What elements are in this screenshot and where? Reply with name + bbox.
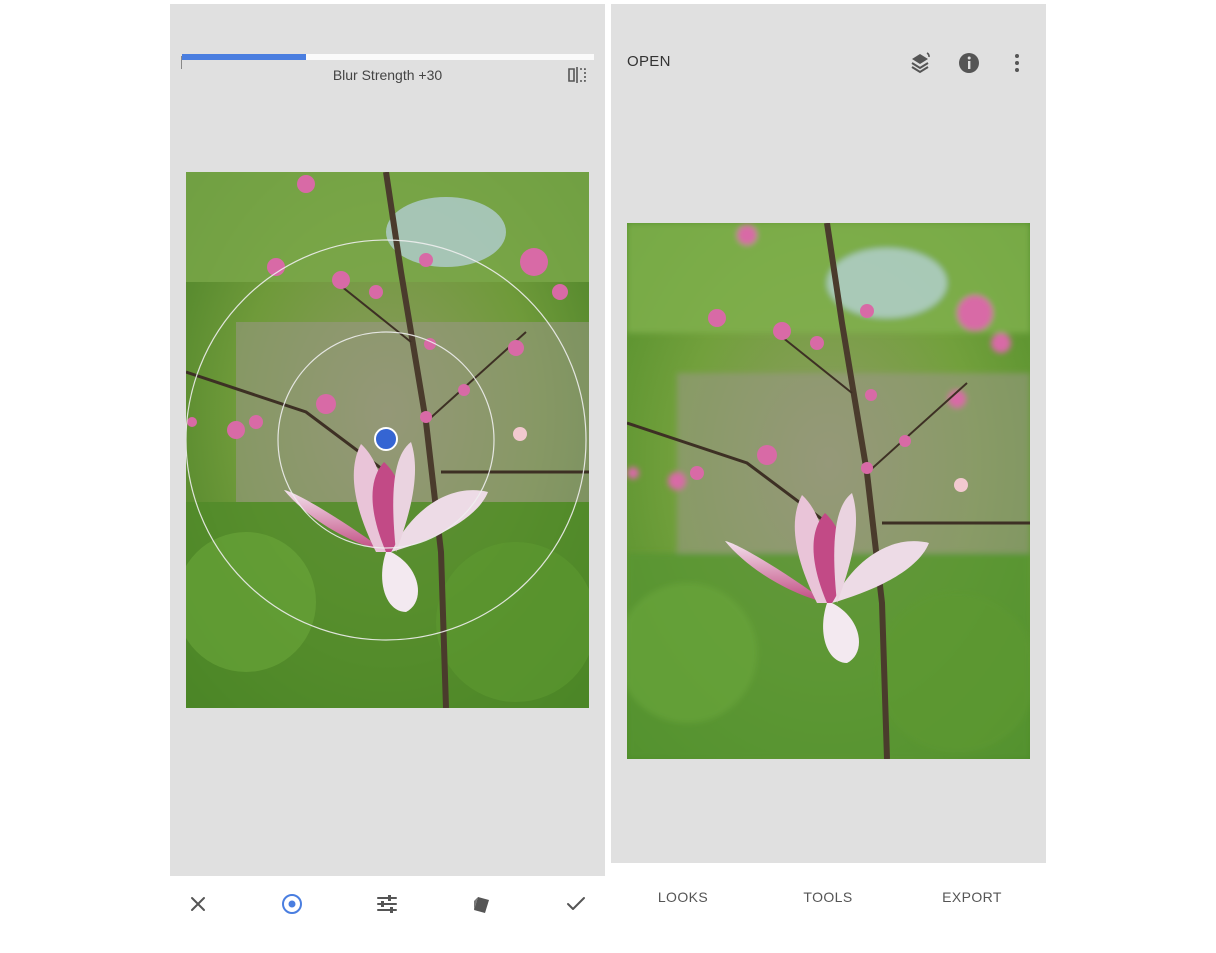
tools-tab[interactable]: TOOLS [768, 889, 888, 905]
blur-strength-slider[interactable] [182, 54, 594, 60]
open-button[interactable]: OPEN [627, 53, 671, 70]
lens-blur-editor-panel: Blur Strength +30 [170, 4, 605, 876]
lens-blur-toolbar [170, 876, 605, 936]
compare-icon[interactable] [567, 67, 587, 83]
info-icon [959, 53, 979, 73]
sliders-icon [377, 895, 397, 913]
adjust-parameters-button[interactable] [373, 890, 401, 918]
info-button[interactable] [957, 51, 981, 75]
check-icon [567, 897, 585, 910]
styles-icon [474, 897, 489, 913]
apply-button[interactable] [562, 890, 590, 918]
slider-value-label: Blur Strength +30 [332, 67, 443, 83]
edited-photo-preview[interactable] [186, 172, 589, 708]
bottom-navigation: LOOKS TOOLS EXPORT [611, 863, 1046, 933]
styles-button[interactable] [467, 890, 495, 918]
main-editor-panel: OPEN [611, 4, 1046, 863]
close-icon [191, 897, 205, 911]
edit-stack-button[interactable] [908, 51, 932, 75]
slider-fill [182, 54, 306, 60]
looks-tab[interactable]: LOOKS [623, 889, 743, 905]
blur-shape-button[interactable] [278, 890, 306, 918]
more-options-button[interactable] [1005, 51, 1029, 75]
target-icon [282, 894, 302, 914]
layers-history-icon [911, 52, 930, 74]
more-vert-icon [1015, 54, 1019, 72]
result-photo [627, 223, 1030, 759]
cancel-button[interactable] [184, 890, 212, 918]
export-tab[interactable]: EXPORT [912, 889, 1032, 905]
